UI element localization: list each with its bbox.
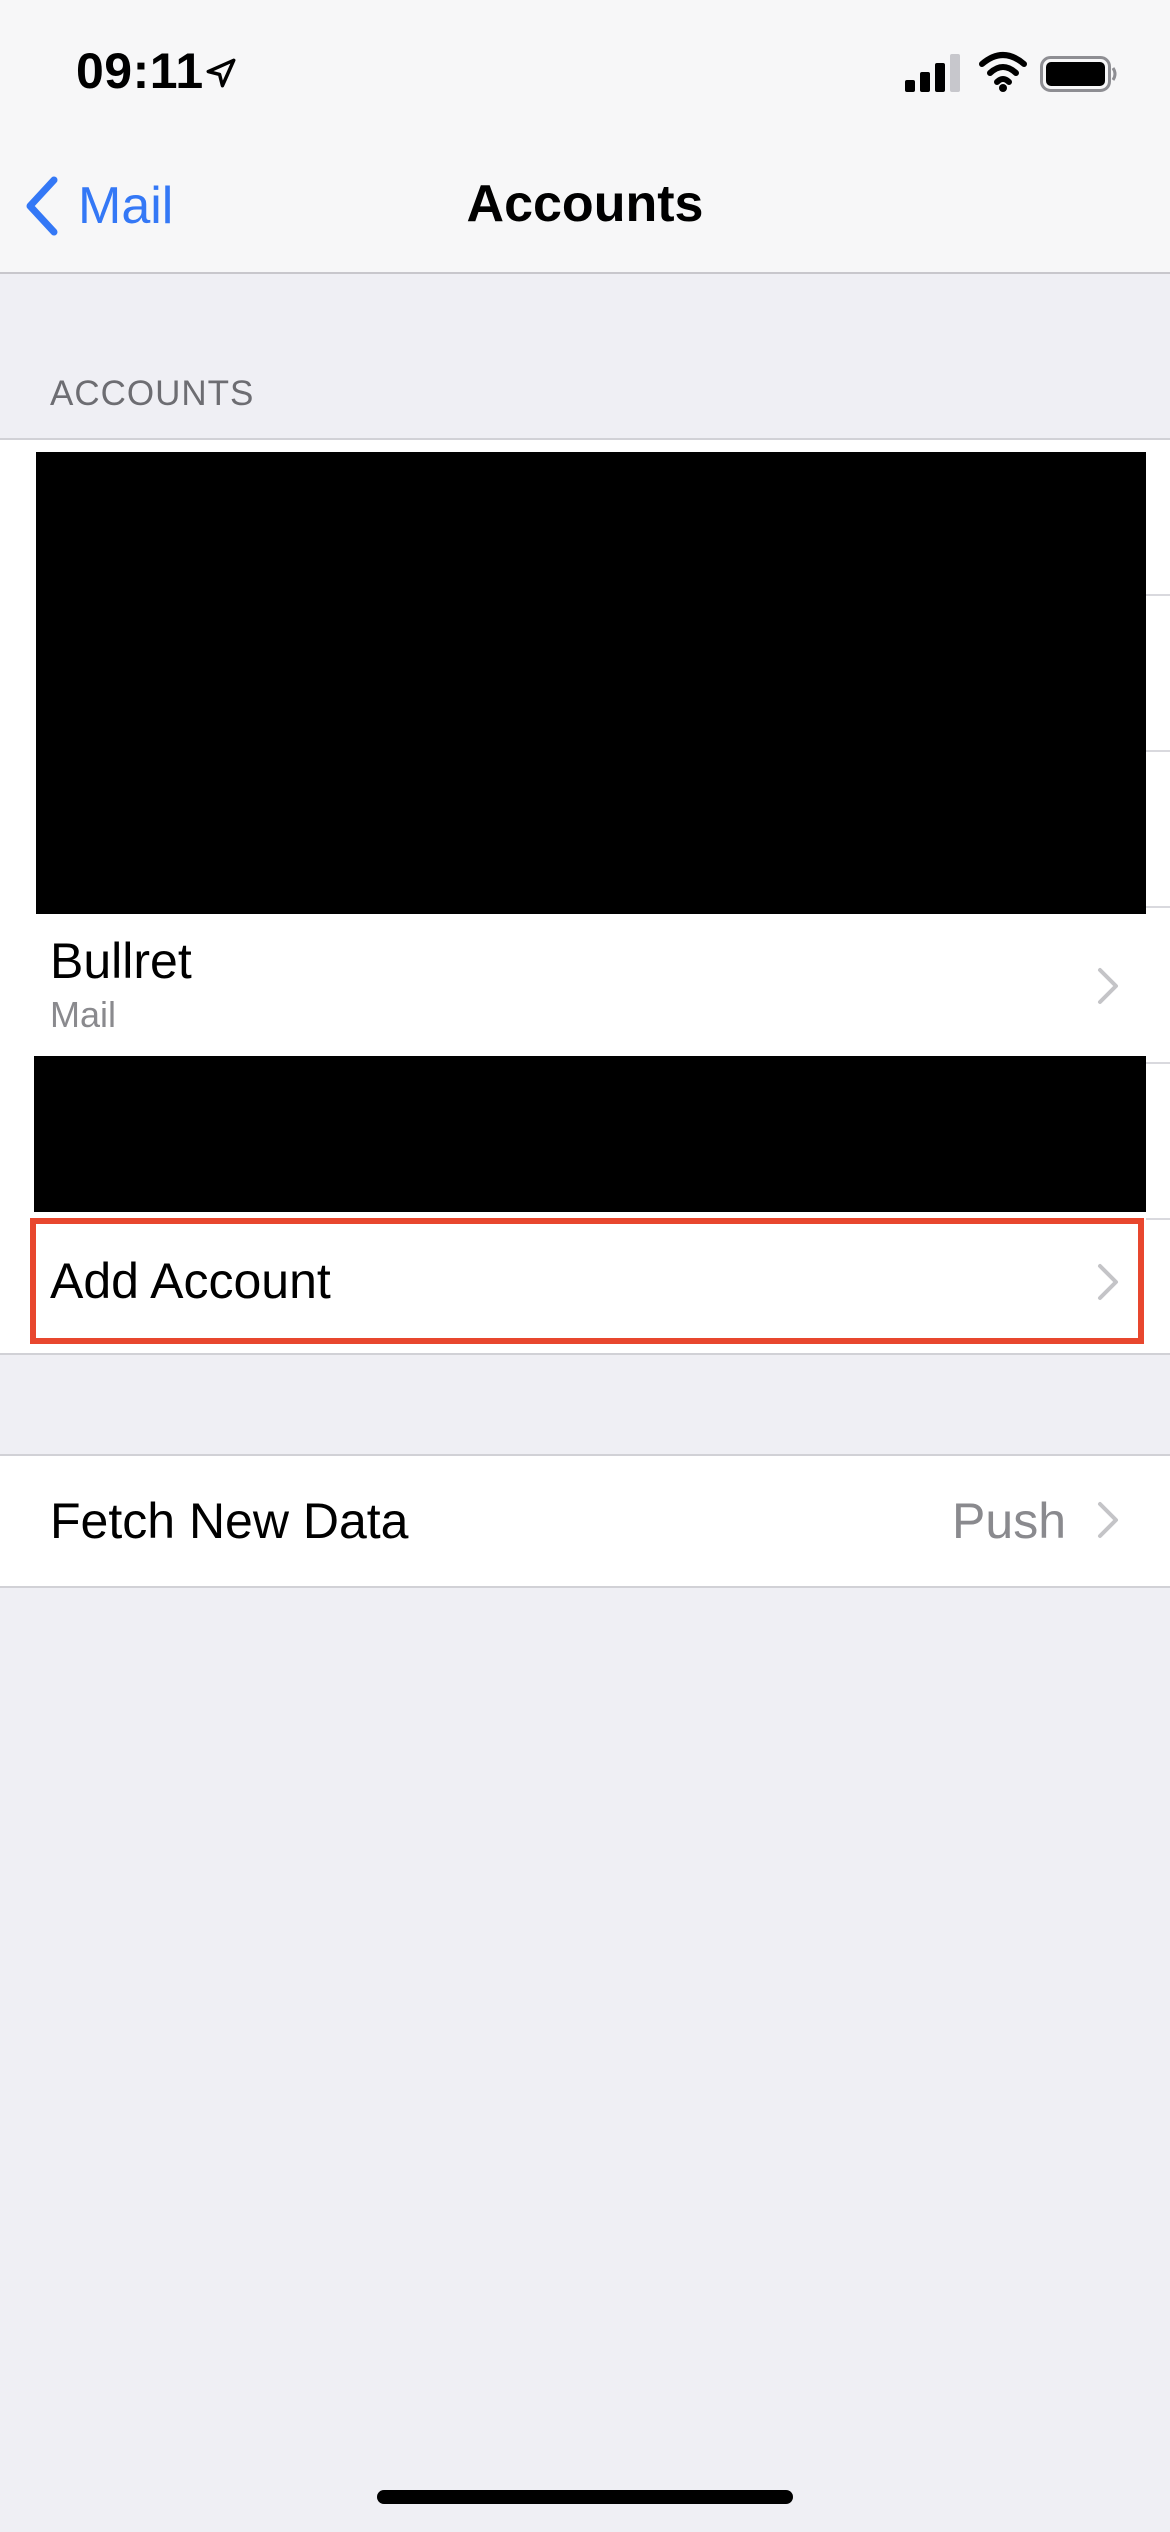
account-type: Mail (50, 994, 117, 1035)
account-row-bullret[interactable]: Bullret Mail (0, 916, 1170, 1062)
row-separator (1146, 594, 1170, 596)
home-indicator[interactable] (377, 2490, 793, 2504)
page-title: Accounts (466, 175, 704, 233)
redacted-account-row (34, 1056, 1146, 1212)
section-header-accounts: ACCOUNTS (50, 374, 255, 413)
fetch-new-data-row[interactable]: Fetch New Data Push (0, 1454, 1170, 1588)
battery-icon (1040, 56, 1117, 92)
row-separator (1146, 906, 1170, 908)
fetch-new-data-value: Push (952, 1493, 1066, 1549)
fetch-new-data-label: Fetch New Data (50, 1493, 409, 1549)
account-name: Bullret (50, 933, 192, 989)
add-account-label: Add Account (50, 1253, 331, 1309)
chevron-right-icon (1098, 968, 1118, 1004)
add-account-button[interactable]: Add Account (30, 1218, 1144, 1344)
chevron-right-icon (1098, 1502, 1118, 1538)
row-separator (1146, 1218, 1170, 1220)
wifi-icon (979, 52, 1027, 92)
row-separator (1146, 750, 1170, 752)
status-time: 09:11 (76, 43, 204, 99)
cellular-signal-icon (905, 54, 960, 92)
location-arrow-icon (206, 58, 236, 88)
chevron-right-icon (1098, 1264, 1118, 1300)
redacted-accounts-block (36, 452, 1146, 914)
